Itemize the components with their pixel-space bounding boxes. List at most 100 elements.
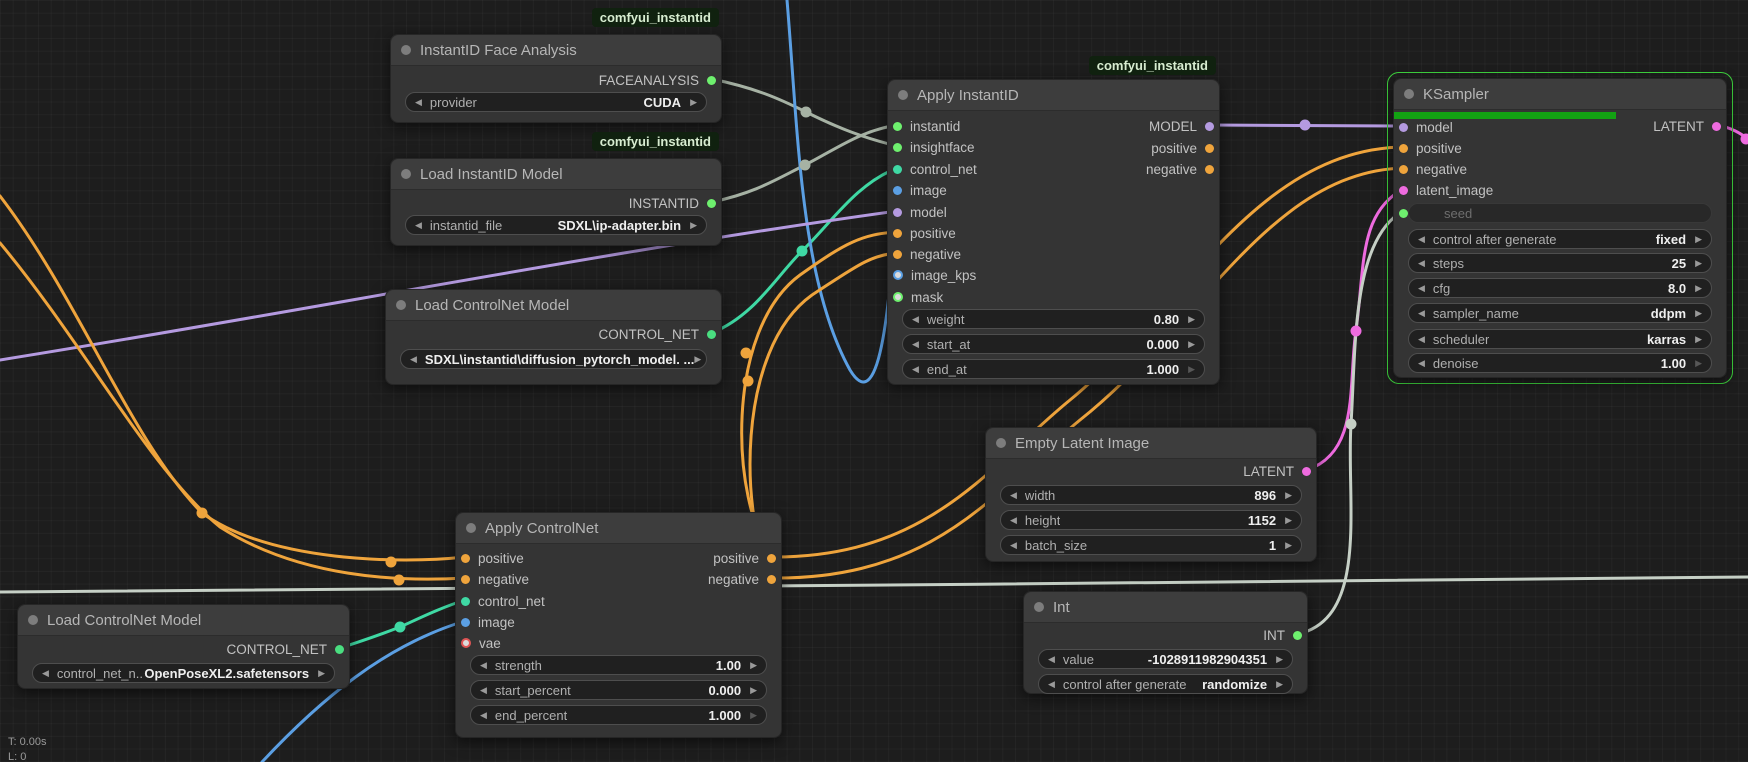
widget-left-arrow-icon[interactable]: ◀ bbox=[1418, 278, 1425, 298]
widget-right-arrow-icon[interactable]: ▶ bbox=[750, 705, 757, 725]
widget-control-net-n-[interactable]: ◀control_net_n...OpenPoseXL2.safetensors… bbox=[32, 663, 335, 683]
slot-dot[interactable] bbox=[1399, 165, 1408, 174]
output-slot-latent[interactable]: LATENT bbox=[1653, 118, 1721, 134]
widget-left-arrow-icon[interactable]: ◀ bbox=[480, 655, 487, 675]
slot-dot[interactable] bbox=[893, 292, 903, 302]
slot-dot[interactable] bbox=[707, 199, 716, 208]
widget-left-arrow-icon[interactable]: ◀ bbox=[1010, 535, 1017, 555]
widget-left-arrow-icon[interactable]: ◀ bbox=[912, 309, 919, 329]
output-slot-latent[interactable]: LATENT bbox=[1243, 463, 1311, 479]
widget-left-arrow-icon[interactable]: ◀ bbox=[1010, 485, 1017, 505]
widget-strength[interactable]: ◀strength1.00▶ bbox=[470, 655, 767, 675]
widget-left-arrow-icon[interactable]: ◀ bbox=[415, 92, 422, 112]
widget-left-arrow-icon[interactable]: ◀ bbox=[1048, 674, 1055, 694]
widget-right-arrow-icon[interactable]: ▶ bbox=[694, 349, 701, 369]
widget-right-arrow-icon[interactable]: ▶ bbox=[1695, 303, 1702, 323]
widget-right-arrow-icon[interactable]: ▶ bbox=[750, 655, 757, 675]
node-instantid-face-analysis[interactable]: InstantID Face AnalysisFACEANALYSIS◀prov… bbox=[390, 34, 722, 123]
slot-dot[interactable] bbox=[893, 143, 902, 152]
slot-dot[interactable] bbox=[335, 645, 344, 654]
collapse-dot[interactable] bbox=[1404, 89, 1414, 99]
widget-left-arrow-icon[interactable]: ◀ bbox=[410, 349, 417, 369]
widget-left-arrow-icon[interactable]: ◀ bbox=[480, 705, 487, 725]
widget-right-arrow-icon[interactable]: ▶ bbox=[1188, 334, 1195, 354]
reroute-dot[interactable] bbox=[800, 160, 811, 171]
reroute-dot[interactable] bbox=[741, 348, 752, 359]
widget-left-arrow-icon[interactable]: ◀ bbox=[1418, 353, 1425, 373]
input-slot-instantid[interactable]: instantid bbox=[893, 118, 960, 134]
node-titlebar[interactable]: KSampler bbox=[1394, 79, 1726, 110]
collapse-dot[interactable] bbox=[28, 615, 38, 625]
input-slot-mask[interactable]: mask bbox=[893, 289, 943, 305]
slot-dot[interactable] bbox=[893, 208, 902, 217]
widget-right-arrow-icon[interactable]: ▶ bbox=[1285, 535, 1292, 555]
input-slot-image_kps[interactable]: image_kps bbox=[893, 267, 976, 283]
output-slot-control_net[interactable]: CONTROL_NET bbox=[598, 326, 716, 342]
collapse-dot[interactable] bbox=[401, 169, 411, 179]
slot-dot[interactable] bbox=[1302, 467, 1311, 476]
output-slot-instantid[interactable]: INSTANTID bbox=[629, 195, 716, 211]
widget-cfg[interactable]: ◀cfg8.0▶ bbox=[1408, 278, 1712, 298]
output-slot-control_net[interactable]: CONTROL_NET bbox=[226, 641, 344, 657]
input-slot-positive[interactable]: positive bbox=[1399, 140, 1462, 156]
widget-left-arrow-icon[interactable]: ◀ bbox=[1010, 510, 1017, 530]
node-load-instantid-model[interactable]: Load InstantID ModelINSTANTID◀instantid_… bbox=[390, 158, 722, 246]
output-slot-negative[interactable]: negative bbox=[708, 571, 776, 587]
node-apply-instantid[interactable]: Apply InstantIDinstantidinsightfacecontr… bbox=[887, 79, 1220, 385]
input-slot-control_net[interactable]: control_net bbox=[893, 161, 977, 177]
reroute-dot[interactable] bbox=[801, 107, 812, 118]
widget-batch-size[interactable]: ◀batch_size1▶ bbox=[1000, 535, 1302, 555]
slot-dot[interactable] bbox=[707, 76, 716, 85]
node-titlebar[interactable]: InstantID Face Analysis bbox=[391, 35, 721, 66]
input-slot-positive[interactable]: positive bbox=[461, 550, 524, 566]
node-int[interactable]: IntINT◀value-1028911982904351▶◀control a… bbox=[1023, 591, 1308, 694]
slot-dot[interactable] bbox=[1205, 165, 1214, 174]
node-titlebar[interactable]: Int bbox=[1024, 592, 1307, 623]
widget-right-arrow-icon[interactable]: ▶ bbox=[690, 215, 697, 235]
widget-instantid-file[interactable]: ◀instantid_fileSDXL\ip-adapter.bin▶ bbox=[405, 215, 707, 235]
slot-dot[interactable] bbox=[461, 575, 470, 584]
widget-sampler-name[interactable]: ◀sampler_nameddpm▶ bbox=[1408, 303, 1712, 323]
widget-scheduler[interactable]: ◀schedulerkarras▶ bbox=[1408, 329, 1712, 349]
slot-dot[interactable] bbox=[461, 618, 470, 627]
slot-dot[interactable] bbox=[461, 638, 471, 648]
input-slot-model[interactable]: model bbox=[1399, 119, 1453, 135]
slot-dot[interactable] bbox=[893, 165, 902, 174]
widget-right-arrow-icon[interactable]: ▶ bbox=[318, 663, 325, 683]
output-slot-positive[interactable]: positive bbox=[713, 550, 776, 566]
widget-start-at[interactable]: ◀start_at0.000▶ bbox=[902, 334, 1205, 354]
slot-dot[interactable] bbox=[707, 330, 716, 339]
widget-left-arrow-icon[interactable]: ◀ bbox=[1048, 649, 1055, 669]
reroute-dot[interactable] bbox=[1741, 134, 1748, 145]
collapse-dot[interactable] bbox=[401, 45, 411, 55]
slot-dot[interactable] bbox=[1293, 631, 1302, 640]
node-titlebar[interactable]: Empty Latent Image bbox=[986, 428, 1316, 459]
widget-seed[interactable]: seed bbox=[1408, 203, 1712, 223]
slot-dot[interactable] bbox=[893, 186, 902, 195]
slot-dot[interactable] bbox=[1205, 122, 1214, 131]
slot-dot[interactable] bbox=[767, 554, 776, 563]
input-slot-insightface[interactable]: insightface bbox=[893, 139, 975, 155]
widget-left-arrow-icon[interactable]: ◀ bbox=[415, 215, 422, 235]
input-slot-control_net[interactable]: control_net bbox=[461, 593, 545, 609]
slot-dot[interactable] bbox=[1399, 123, 1408, 132]
widget-steps[interactable]: ◀steps25▶ bbox=[1408, 253, 1712, 273]
widget-right-arrow-icon[interactable]: ▶ bbox=[1695, 353, 1702, 373]
input-slot-seed[interactable] bbox=[1399, 205, 1408, 221]
slot-dot[interactable] bbox=[461, 554, 470, 563]
node-ksampler[interactable]: KSamplermodelpositivenegativelatent_imag… bbox=[1393, 78, 1727, 378]
slot-dot[interactable] bbox=[893, 250, 902, 259]
widget-right-arrow-icon[interactable]: ▶ bbox=[1695, 253, 1702, 273]
widget-left-arrow-icon[interactable]: ◀ bbox=[480, 680, 487, 700]
collapse-dot[interactable] bbox=[996, 438, 1006, 448]
widget-right-arrow-icon[interactable]: ▶ bbox=[1285, 485, 1292, 505]
slot-dot[interactable] bbox=[1399, 186, 1408, 195]
collapse-dot[interactable] bbox=[466, 523, 476, 533]
reroute-dot[interactable] bbox=[743, 376, 754, 387]
node-titlebar[interactable]: Apply ControlNet bbox=[456, 513, 781, 544]
widget-provider[interactable]: ◀providerCUDA▶ bbox=[405, 92, 707, 112]
widget-end-percent[interactable]: ◀end_percent1.000▶ bbox=[470, 705, 767, 725]
widget-right-arrow-icon[interactable]: ▶ bbox=[750, 680, 757, 700]
widget-left-arrow-icon[interactable]: ◀ bbox=[1418, 329, 1425, 349]
collapse-dot[interactable] bbox=[898, 90, 908, 100]
